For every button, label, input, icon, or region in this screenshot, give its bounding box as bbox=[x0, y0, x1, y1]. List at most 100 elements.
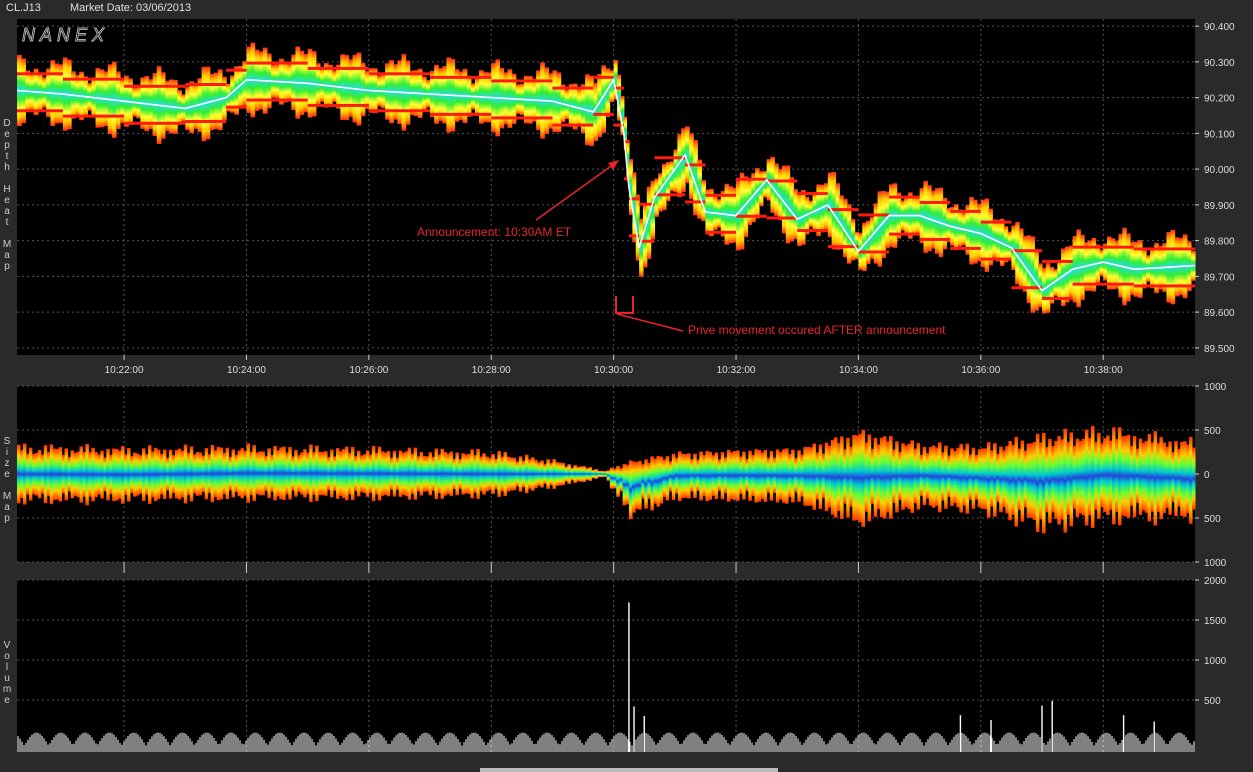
size-map-cell bbox=[133, 452, 137, 497]
size-map-cell bbox=[1183, 441, 1187, 518]
depth-red-level bbox=[980, 220, 1012, 224]
size-map-cell bbox=[527, 459, 532, 489]
size-map-cell bbox=[609, 467, 614, 489]
depth-red-level bbox=[766, 216, 798, 220]
size-map-cell bbox=[153, 447, 158, 502]
size-map-cell bbox=[380, 451, 385, 496]
size-map-cell bbox=[1011, 445, 1015, 515]
volume-y-tick-label: 1000 bbox=[1204, 656, 1227, 667]
size-map-cell bbox=[458, 459, 462, 489]
size-map-cell bbox=[714, 452, 719, 500]
depth-red-level bbox=[654, 156, 686, 160]
depth-red-level bbox=[1042, 296, 1073, 300]
size-map-cell bbox=[1141, 442, 1146, 511]
size-map-cell bbox=[1100, 443, 1104, 508]
size-map-cell bbox=[983, 448, 988, 510]
size-map-cell bbox=[207, 454, 212, 494]
size-map-cell bbox=[1094, 441, 1098, 510]
size-map-cell bbox=[1075, 438, 1080, 517]
size-map-cell bbox=[1084, 429, 1089, 526]
size-map-cell bbox=[830, 439, 835, 515]
size-map-cell bbox=[788, 454, 792, 498]
size-map-cell bbox=[800, 454, 804, 497]
size-map-cell bbox=[461, 453, 465, 495]
size-map-cell bbox=[246, 443, 250, 503]
size-map-cell bbox=[276, 450, 280, 497]
size-map-cell bbox=[812, 443, 817, 510]
size-map-cell bbox=[127, 448, 131, 502]
size-map-cell bbox=[52, 448, 57, 500]
size-map-cell bbox=[1048, 438, 1052, 524]
size-map-cell bbox=[1103, 438, 1107, 513]
size-map-cell bbox=[705, 450, 710, 502]
size-map-cell bbox=[183, 444, 188, 504]
depth-red-level bbox=[226, 68, 247, 72]
size-map-cell bbox=[165, 457, 170, 491]
size-map-cell bbox=[653, 458, 657, 504]
depth-red-level bbox=[430, 112, 492, 116]
size-map-cell bbox=[428, 452, 433, 496]
size-map-cell bbox=[431, 456, 436, 491]
size-map-cell bbox=[392, 450, 397, 497]
size-map-cell bbox=[1126, 434, 1131, 518]
size-map-cell bbox=[43, 445, 48, 504]
size-map-cell bbox=[895, 441, 899, 513]
size-map-cell bbox=[763, 449, 768, 502]
size-map-cell bbox=[644, 459, 648, 509]
depth-y-axis: 90.400 90.300 90.200 90.100 90.000 89.900 89.8… bbox=[1195, 22, 1235, 355]
size-map-cell bbox=[919, 454, 924, 497]
horizontal-scrollbar[interactable] bbox=[480, 768, 778, 772]
size-map-cell bbox=[585, 468, 589, 480]
size-map-cell bbox=[603, 471, 608, 477]
size-map-cell bbox=[922, 447, 927, 506]
size-map-cell bbox=[491, 454, 495, 494]
size-map-cell bbox=[1129, 445, 1134, 506]
size-map-cell bbox=[1032, 441, 1037, 520]
size-map-cell bbox=[606, 470, 611, 481]
size-map-cell bbox=[889, 436, 893, 519]
size-map-cell bbox=[61, 454, 66, 494]
size-map-cell bbox=[258, 451, 262, 496]
size-map-cell bbox=[1147, 433, 1152, 522]
size-map-cell bbox=[31, 453, 36, 495]
size-map-cell bbox=[751, 454, 755, 497]
size-map-cell bbox=[570, 467, 574, 481]
depth-red-level bbox=[17, 109, 63, 113]
size-map-cell bbox=[833, 437, 838, 518]
depth-red-level bbox=[858, 213, 890, 217]
depth-red-level bbox=[368, 72, 431, 76]
x-tick-label: 10:32:00 bbox=[717, 365, 756, 376]
size-map-cell bbox=[619, 468, 624, 492]
size-map-cell bbox=[1150, 442, 1155, 512]
size-map-cell bbox=[613, 468, 617, 489]
size-map-cell bbox=[359, 455, 364, 492]
volume-y-tick-label: 2000 bbox=[1204, 576, 1227, 587]
size-map-cell bbox=[674, 457, 679, 494]
size-map-cell bbox=[1115, 439, 1119, 513]
size-map-cell bbox=[264, 456, 268, 491]
size-map-cell bbox=[638, 460, 642, 510]
x-tick-label: 10:38:00 bbox=[1084, 365, 1123, 376]
size-map-cell bbox=[171, 455, 176, 494]
size-map-cell bbox=[509, 457, 514, 491]
size-map-cell bbox=[273, 445, 277, 501]
size-map-cell bbox=[665, 456, 670, 501]
depth-y-tick-label: 90.400 bbox=[1204, 22, 1235, 33]
size-map-cell bbox=[76, 451, 80, 498]
size-map-cell bbox=[512, 457, 517, 491]
size-map-cell bbox=[1042, 432, 1046, 534]
size-map-cell bbox=[261, 451, 265, 496]
size-map-cell bbox=[671, 453, 676, 501]
size-map-cell bbox=[818, 444, 823, 510]
size-map-cell bbox=[139, 455, 143, 494]
size-map-cell bbox=[1138, 438, 1143, 515]
size-map-cell bbox=[901, 443, 905, 510]
size-map-cell bbox=[849, 446, 853, 507]
size-map-cell bbox=[1023, 450, 1028, 508]
size-map-cell bbox=[576, 466, 580, 482]
size-map-cell bbox=[980, 448, 985, 509]
size-y-tick-label: 500 bbox=[1204, 426, 1221, 437]
size-map-cell bbox=[754, 449, 758, 503]
size-map-cell bbox=[1174, 440, 1178, 517]
size-map-cell bbox=[294, 450, 298, 497]
